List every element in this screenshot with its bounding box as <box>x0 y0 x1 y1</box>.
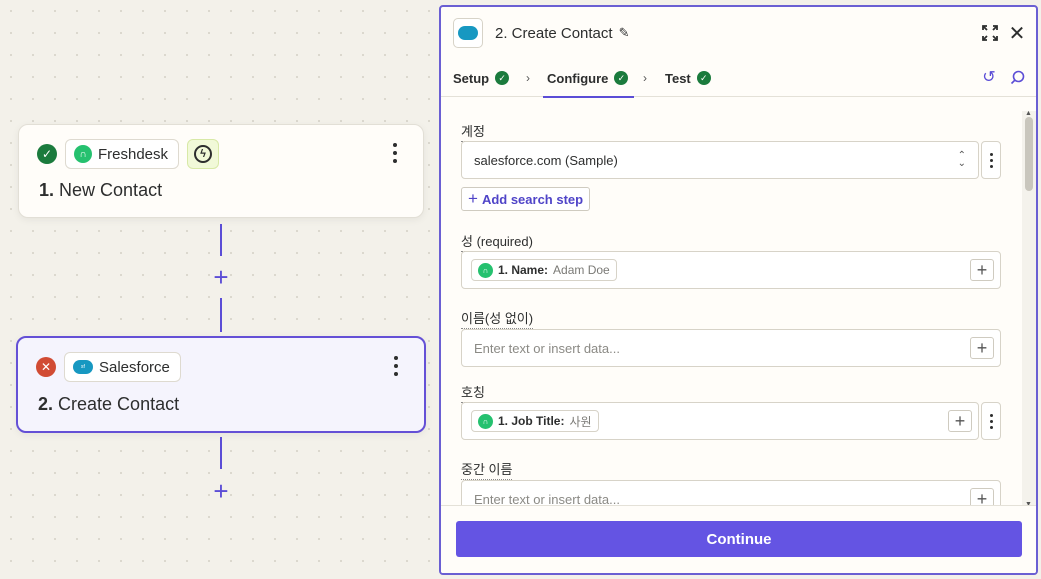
freshdesk-logo-icon: ∩ <box>74 145 92 163</box>
first-name-field[interactable]: Enter text or insert data... + <box>461 329 1001 367</box>
tab-setup[interactable]: Setup ✓ <box>453 59 510 97</box>
success-check-icon: ✓ <box>495 71 510 85</box>
tab-test-label: Test <box>665 70 691 86</box>
search-icon[interactable] <box>1007 67 1027 87</box>
salesforce-logo-icon: sf <box>73 360 93 374</box>
panel-footer: Continue <box>441 505 1036 573</box>
tab-configure[interactable]: Configure ✓ <box>542 59 635 98</box>
middle-name-label: 중간 이름 <box>461 459 513 480</box>
tab-test[interactable]: Test ✓ <box>665 59 711 97</box>
account-value: salesforce.com (Sample) <box>474 152 618 168</box>
configure-form: 계정 salesforce.com (Sample) ⌃ ⌄ + Add sear… <box>441 97 1021 509</box>
salutation-field[interactable]: ∩ 1. Job Title: 사원 + <box>461 402 979 440</box>
panel-header: 2. Create Contact ✎ ✕ <box>441 7 1036 59</box>
add-step-plus-icon[interactable]: + <box>209 264 233 290</box>
last-name-label: 성 (required) <box>461 231 533 252</box>
salutation-more-icon[interactable] <box>981 402 1001 440</box>
refresh-icon[interactable]: ↺ <box>979 67 999 87</box>
trigger-step-name: New Contact <box>59 180 163 200</box>
trigger-step-card[interactable]: ✓ ∩ Freshdesk ϟ 1. New Contact <box>18 124 424 218</box>
trigger-app-name: Freshdesk <box>98 145 169 163</box>
chevron-right-icon: › <box>643 71 647 85</box>
success-check-icon: ✓ <box>696 71 711 85</box>
chevron-right-icon: › <box>526 71 530 85</box>
action-step-number: 2. <box>38 394 54 414</box>
action-step-title: 2. Create Contact <box>38 394 179 415</box>
freshdesk-logo-icon: ∩ <box>478 413 493 429</box>
panel-title: 2. Create Contact <box>495 24 613 42</box>
tab-configure-label: Configure <box>547 70 609 86</box>
tab-setup-label: Setup <box>453 70 490 86</box>
salutation-label: 호칭 <box>461 382 485 403</box>
action-step-name: Create Contact <box>58 394 180 414</box>
add-step-plus-icon[interactable]: + <box>209 478 233 504</box>
scrollbar-thumb[interactable] <box>1025 117 1033 191</box>
action-app-name: Salesforce <box>99 358 170 376</box>
continue-button[interactable]: Continue <box>456 521 1022 557</box>
lightning-icon: ϟ <box>194 145 213 163</box>
first-name-label: 이름(성 없이) <box>461 308 534 329</box>
connector-line <box>220 437 222 469</box>
connector-line <box>220 298 222 332</box>
add-search-step-button[interactable]: + Add search step <box>461 187 591 211</box>
action-card-header: ✕ sf Salesforce <box>36 352 181 382</box>
account-select[interactable]: salesforce.com (Sample) ⌃ ⌄ <box>461 141 979 179</box>
form-scrollbar[interactable]: ▲ ▼ <box>1022 110 1036 509</box>
pill-value: 사원 <box>569 414 592 429</box>
pill-key: 1. Job Title: <box>498 414 565 428</box>
salesforce-logo-icon <box>453 18 483 48</box>
trigger-card-header: ✓ ∩ Freshdesk ϟ <box>37 139 220 169</box>
success-check-icon: ✓ <box>614 71 629 85</box>
workflow-canvas: ✓ ∩ Freshdesk ϟ 1. New Contact + ✕ sf Sa… <box>0 0 440 579</box>
mapped-field-pill[interactable]: ∩ 1. Job Title: 사원 <box>471 410 599 432</box>
scroll-up-icon[interactable]: ▲ <box>1025 110 1032 117</box>
first-name-placeholder: Enter text or insert data... <box>474 340 620 356</box>
step-editor-panel: 2. Create Contact ✎ ✕ Setup ✓ › Configur… <box>439 5 1038 575</box>
last-name-field[interactable]: ∩ 1. Name: Adam Doe + <box>461 251 1001 289</box>
insert-data-plus-icon[interactable]: + <box>948 410 972 432</box>
success-check-icon: ✓ <box>37 144 57 164</box>
pill-value: Adam Doe <box>553 263 610 277</box>
action-step-card[interactable]: ✕ sf Salesforce 2. Create Contact <box>16 336 426 433</box>
insert-data-plus-icon[interactable]: + <box>970 337 994 359</box>
account-label: 계정 <box>461 121 485 142</box>
trigger-more-menu-icon[interactable] <box>387 141 403 165</box>
freshdesk-app-chip: ∩ Freshdesk <box>65 139 180 169</box>
insert-data-plus-icon[interactable]: + <box>970 259 994 281</box>
mapped-field-pill[interactable]: ∩ 1. Name: Adam Doe <box>471 259 617 281</box>
trigger-step-title: 1. New Contact <box>39 180 162 201</box>
trigger-step-number: 1. <box>39 180 55 200</box>
connector-line <box>220 224 222 256</box>
step-tabs: Setup ✓ › Configure ✓ › Test ✓ <box>441 59 1036 98</box>
freshdesk-logo-icon: ∩ <box>478 262 493 278</box>
expand-icon[interactable] <box>979 22 1001 44</box>
add-search-step-label: Add search step <box>481 191 584 207</box>
action-more-menu-icon[interactable] <box>388 354 404 378</box>
pill-key: 1. Name: <box>498 263 549 277</box>
salesforce-app-chip: sf Salesforce <box>64 352 181 382</box>
account-more-icon[interactable] <box>981 141 1001 179</box>
plus-icon: + <box>468 189 478 208</box>
error-x-icon: ✕ <box>36 357 56 377</box>
instant-trigger-badge: ϟ <box>187 139 220 169</box>
edit-pencil-icon[interactable]: ✎ <box>619 25 630 41</box>
close-icon[interactable]: ✕ <box>1006 22 1028 45</box>
select-updown-icon: ⌃ ⌄ <box>957 150 966 169</box>
